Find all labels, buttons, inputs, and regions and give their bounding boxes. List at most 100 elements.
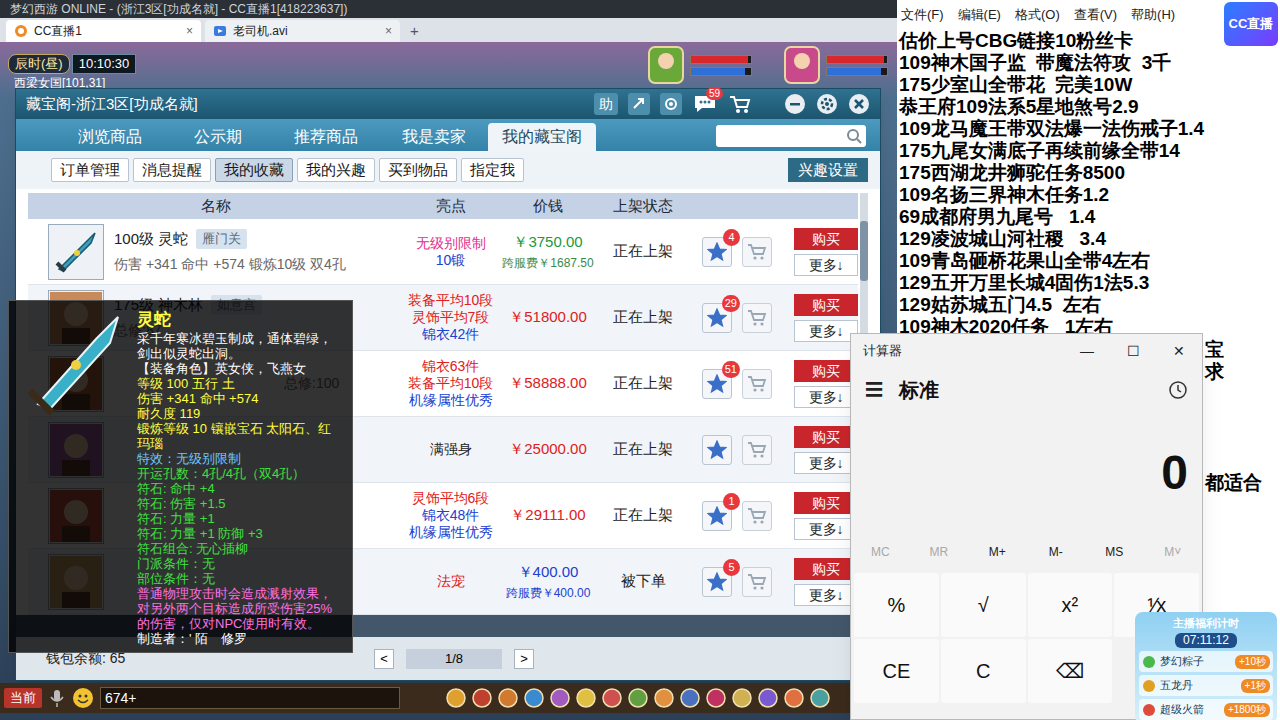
- toolbar-button-icon[interactable]: [680, 688, 700, 708]
- nav-tab[interactable]: 推荐商品: [272, 123, 380, 151]
- message-button[interactable]: 59: [692, 93, 718, 115]
- add-cart-button[interactable]: [742, 567, 772, 597]
- calculator-key[interactable]: %: [854, 573, 939, 637]
- favorite-button[interactable]: [702, 435, 732, 465]
- toolbar-button-icon[interactable]: [706, 688, 726, 708]
- toolbar-button-icon[interactable]: [758, 688, 778, 708]
- more-button[interactable]: 更多↓: [794, 518, 858, 540]
- add-cart-button[interactable]: [742, 303, 772, 333]
- more-button[interactable]: 更多↓: [794, 584, 858, 606]
- tab-close[interactable]: ×: [385, 22, 392, 40]
- add-cart-button[interactable]: [742, 237, 772, 267]
- toolbar-button-icon[interactable]: [810, 688, 830, 708]
- toolbar-button-icon[interactable]: [550, 688, 570, 708]
- sub-tab[interactable]: 买到物品: [379, 158, 457, 182]
- buy-button[interactable]: 购买: [794, 426, 858, 448]
- chat-input[interactable]: 674+: [100, 687, 400, 709]
- toolbar-button-icon[interactable]: [732, 688, 752, 708]
- new-tab-button[interactable]: +: [404, 20, 425, 42]
- tab-close[interactable]: ×: [186, 22, 193, 40]
- share-icon[interactable]: [628, 93, 650, 115]
- calculator-key[interactable]: √: [941, 573, 1026, 637]
- sub-tab[interactable]: 订单管理: [51, 158, 129, 182]
- search-icon[interactable]: [846, 128, 862, 144]
- toolbar-button-icon[interactable]: [524, 688, 544, 708]
- favorite-button[interactable]: 1: [702, 501, 732, 531]
- memory-button[interactable]: M-: [1027, 543, 1086, 561]
- nav-tab[interactable]: 浏览商品: [56, 123, 164, 151]
- favorite-button[interactable]: 51: [702, 369, 732, 399]
- toolbar-button-icon[interactable]: [472, 688, 492, 708]
- buy-button[interactable]: 购买: [794, 228, 858, 250]
- calculator-key[interactable]: x²: [1028, 573, 1113, 637]
- toolbar-button-icon[interactable]: [784, 688, 804, 708]
- buy-button[interactable]: 购买: [794, 294, 858, 316]
- toolbar-button-icon[interactable]: [628, 688, 648, 708]
- buy-button[interactable]: 购买: [794, 360, 858, 382]
- settings-gear-icon[interactable]: [816, 93, 838, 115]
- menu-item[interactable]: 文件(F): [901, 5, 944, 25]
- scrollbar-thumb[interactable]: [860, 221, 868, 281]
- calculator-key[interactable]: ⌫: [1028, 639, 1113, 703]
- minimize-button[interactable]: —: [1064, 341, 1110, 362]
- sub-tab[interactable]: 指定我: [461, 158, 524, 182]
- close-button[interactable]: ✕: [1156, 341, 1202, 362]
- favorite-button[interactable]: 29: [702, 303, 732, 333]
- toolbar-button-icon[interactable]: [602, 688, 622, 708]
- memory-button[interactable]: M+: [968, 543, 1027, 561]
- microphone-icon[interactable]: [48, 688, 66, 708]
- record-icon[interactable]: [660, 93, 682, 115]
- sub-tab[interactable]: 消息提醒: [133, 158, 211, 182]
- calculator-key[interactable]: CE: [854, 639, 939, 703]
- sub-tab[interactable]: 我的收藏: [215, 158, 293, 182]
- channel-button[interactable]: 当前: [4, 688, 42, 708]
- buy-button[interactable]: 购买: [794, 558, 858, 580]
- browser-tab[interactable]: 老司机.avi×: [205, 20, 400, 42]
- menu-item[interactable]: 编辑(E): [958, 5, 1001, 25]
- more-button[interactable]: 更多↓: [794, 452, 858, 474]
- highlight: 机缘属性优秀: [409, 392, 493, 409]
- toolbar-button-icon[interactable]: [654, 688, 674, 708]
- menu-item[interactable]: 帮助(H): [1131, 5, 1175, 25]
- prev-page-button[interactable]: <: [374, 649, 394, 669]
- search-input[interactable]: [716, 125, 846, 147]
- browser-tab[interactable]: CC直播1×: [6, 20, 201, 42]
- more-button[interactable]: 更多↓: [794, 386, 858, 408]
- nav-tab[interactable]: 我是卖家: [380, 123, 488, 151]
- add-cart-button[interactable]: [742, 501, 772, 531]
- sub-tabs: 订单管理消息提醒我的收藏我的兴趣买到物品指定我 兴趣设置: [16, 151, 880, 189]
- menu-item[interactable]: 格式(O): [1015, 5, 1060, 25]
- memory-button[interactable]: MS: [1085, 543, 1144, 561]
- help-button[interactable]: 助: [594, 93, 618, 115]
- buy-button[interactable]: 购买: [794, 492, 858, 514]
- favorite-button[interactable]: 4: [702, 237, 732, 267]
- add-cart-button[interactable]: [742, 369, 772, 399]
- cart-icon[interactable]: [728, 93, 752, 115]
- minimize-icon[interactable]: [784, 93, 806, 115]
- favorite-count-badge: 1: [723, 493, 740, 510]
- star-icon: [707, 242, 727, 262]
- more-button[interactable]: 更多↓: [794, 254, 858, 276]
- close-icon[interactable]: [848, 93, 870, 115]
- add-cart-button[interactable]: [742, 435, 772, 465]
- calculator-title: 计算器: [863, 341, 1064, 361]
- toolbar-button-icon[interactable]: [576, 688, 596, 708]
- toolbar-button-icon[interactable]: [498, 688, 518, 708]
- maximize-button[interactable]: ☐: [1110, 341, 1156, 362]
- more-button[interactable]: 更多↓: [794, 320, 858, 342]
- table-row[interactable]: 100级 灵蛇雁门关伤害 +341 命中 +574 锻炼10级 双4孔无级别限制…: [28, 219, 858, 285]
- nav-tab[interactable]: 公示期: [164, 123, 272, 151]
- history-icon[interactable]: [1168, 380, 1188, 400]
- calculator-key[interactable]: C: [941, 639, 1026, 703]
- menu-button[interactable]: ☰: [865, 377, 883, 404]
- nav-tab[interactable]: 我的藏宝阁: [488, 123, 596, 151]
- player-portrait-icon[interactable]: [784, 46, 820, 84]
- next-page-button[interactable]: >: [514, 649, 534, 669]
- favorite-button[interactable]: 5: [702, 567, 732, 597]
- sub-tab[interactable]: 我的兴趣: [297, 158, 375, 182]
- emoji-icon[interactable]: [72, 687, 94, 709]
- menu-item[interactable]: 查看(V): [1074, 5, 1117, 25]
- pet-portrait-icon[interactable]: [648, 46, 684, 84]
- interest-settings-button[interactable]: 兴趣设置: [788, 158, 868, 182]
- toolbar-button-icon[interactable]: [446, 688, 466, 708]
